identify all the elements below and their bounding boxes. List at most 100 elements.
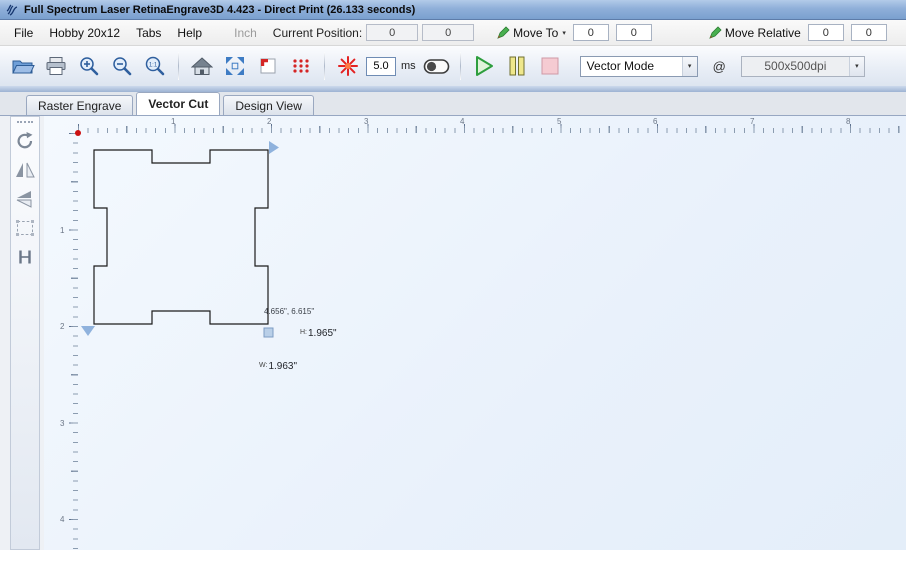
titlebar[interactable]: Full Spectrum Laser RetinaEngrave3D 4.42…	[0, 0, 906, 20]
print-button[interactable]	[41, 51, 71, 81]
bottom-strip	[0, 550, 906, 561]
dpi-combobox-value: 500x500dpi	[764, 59, 827, 73]
selection-handle-bottom-right[interactable]	[263, 327, 274, 338]
pulse-unit-label: ms	[401, 60, 416, 72]
height-label: H:	[300, 329, 307, 336]
selection-width-readout: W:1.963"	[259, 361, 297, 372]
width-label: W:	[259, 362, 268, 369]
move-to-x-field[interactable]	[572, 24, 609, 41]
mode-combobox-value: Vector Mode	[586, 59, 655, 73]
toolbar-separator	[178, 52, 179, 80]
toolbar: 1:1 5.0 ms Vector Mode ▾ @ 500x500dpi ▾	[0, 46, 906, 86]
rotate-button[interactable]	[13, 129, 37, 153]
rotate-icon	[15, 131, 35, 151]
tab-vector-cut-label: Vector Cut	[148, 97, 209, 111]
start-job-button[interactable]	[469, 51, 499, 81]
menu-file[interactable]: File	[6, 23, 41, 43]
move-to-dropdown-arrow[interactable]: ▾	[562, 29, 566, 37]
move-to-y-field[interactable]	[615, 24, 652, 41]
laser-toggle[interactable]	[422, 51, 452, 81]
red-dot-grid-icon	[291, 57, 311, 75]
tabstrip: Raster Engrave Vector Cut Design View	[0, 92, 906, 116]
vruler-number: 2	[60, 322, 65, 331]
design-canvas[interactable]: 4.656", 6.615" H:1.965" W:1.963"	[78, 133, 906, 550]
h-beam-icon	[15, 248, 35, 266]
toolbar-separator	[459, 52, 461, 80]
dpi-combobox[interactable]: 500x500dpi ▾	[740, 55, 865, 77]
zoom-in-button[interactable]	[74, 51, 104, 81]
marquee-select-button[interactable]	[13, 216, 37, 240]
hruler-number: 3	[364, 117, 369, 126]
app-icon	[5, 3, 19, 17]
palette-grip[interactable]	[17, 121, 33, 123]
move-to-label[interactable]: Move To	[513, 26, 558, 40]
hruler-number: 6	[653, 117, 658, 126]
set-origin-corner-button[interactable]	[253, 51, 283, 81]
grid-dots-button[interactable]	[286, 51, 316, 81]
main-area: 1 2 3 4 5 6 7 8 1 2 3 4 4.656", 6.615" H…	[0, 116, 906, 550]
chevron-down-icon[interactable]: ▾	[681, 56, 697, 76]
tab-design-view-label: Design View	[235, 99, 302, 113]
play-icon	[473, 54, 495, 78]
svg-text:1:1: 1:1	[149, 63, 158, 69]
tab-vector-cut[interactable]: Vector Cut	[136, 92, 221, 115]
fit-view-button[interactable]	[220, 51, 250, 81]
hruler-number: 1	[171, 117, 176, 126]
selection-position-readout: 4.656", 6.615"	[264, 307, 315, 316]
app-window: Full Spectrum Laser RetinaEngrave3D 4.42…	[0, 0, 906, 561]
vruler-number: 1	[60, 226, 65, 235]
laser-burst-icon	[337, 55, 359, 77]
current-position-x-field[interactable]	[366, 24, 419, 41]
open-file-button[interactable]	[8, 51, 38, 81]
vruler-number: 4	[60, 515, 65, 524]
printer-icon	[45, 56, 67, 76]
mode-combobox[interactable]: Vector Mode ▾	[579, 55, 698, 77]
zoom-out-button[interactable]	[107, 51, 137, 81]
mirror-horizontal-icon	[15, 161, 35, 179]
expand-arrows-icon	[224, 55, 246, 77]
laser-pointer-button[interactable]	[333, 51, 363, 81]
pause-job-button[interactable]	[502, 51, 532, 81]
tab-design-view[interactable]: Design View	[223, 95, 314, 115]
pause-icon	[507, 54, 527, 78]
window-title: Full Spectrum Laser RetinaEngrave3D 4.42…	[24, 3, 416, 16]
pulse-duration-input[interactable]	[366, 56, 396, 76]
stop-icon	[539, 55, 561, 77]
height-value: 1.965"	[308, 328, 337, 339]
unit-label: Inch	[234, 25, 257, 40]
move-relative-x-field[interactable]	[807, 24, 844, 41]
chevron-down-icon[interactable]: ▾	[848, 56, 864, 76]
zoom-actual-size-button[interactable]: 1:1	[140, 51, 170, 81]
hruler-number: 8	[846, 117, 851, 126]
move-to-icon	[496, 25, 510, 40]
vruler-number: 3	[60, 419, 65, 428]
at-symbol-label: @	[712, 58, 726, 74]
move-relative-label[interactable]: Move Relative	[725, 26, 801, 40]
current-position-y-field[interactable]	[422, 24, 475, 41]
menu-help[interactable]: Help	[169, 23, 210, 43]
height-tool-button[interactable]	[13, 245, 37, 269]
selection-handle-bottom-left[interactable]	[81, 326, 95, 336]
box-joint-shape[interactable]	[93, 149, 269, 325]
hruler-number: 5	[557, 117, 562, 126]
move-relative-y-field[interactable]	[850, 24, 887, 41]
selection-handle-top-right[interactable]	[269, 141, 279, 154]
dashed-selection-icon	[15, 219, 35, 237]
tab-raster-engrave[interactable]: Raster Engrave	[26, 95, 134, 115]
open-folder-icon	[11, 55, 35, 77]
mirror-vertical-button[interactable]	[13, 187, 37, 211]
workspace[interactable]: 1 2 3 4 5 6 7 8 1 2 3 4 4.656", 6.615" H…	[44, 116, 906, 550]
zoom-one-to-one-icon: 1:1	[144, 55, 166, 77]
menu-hobby-20x12[interactable]: Hobby 20x12	[41, 23, 128, 43]
stop-job-button[interactable]	[535, 51, 565, 81]
zoom-out-icon	[111, 55, 133, 77]
home-button[interactable]	[187, 51, 217, 81]
menu-tabs[interactable]: Tabs	[128, 23, 169, 43]
zoom-in-icon	[78, 55, 100, 77]
home-icon	[191, 56, 213, 76]
mirror-horizontal-button[interactable]	[13, 158, 37, 182]
width-value: 1.963"	[268, 361, 298, 372]
toolbar-separator	[324, 52, 325, 80]
mirror-vertical-icon	[15, 190, 35, 208]
hruler-number: 7	[750, 117, 755, 126]
